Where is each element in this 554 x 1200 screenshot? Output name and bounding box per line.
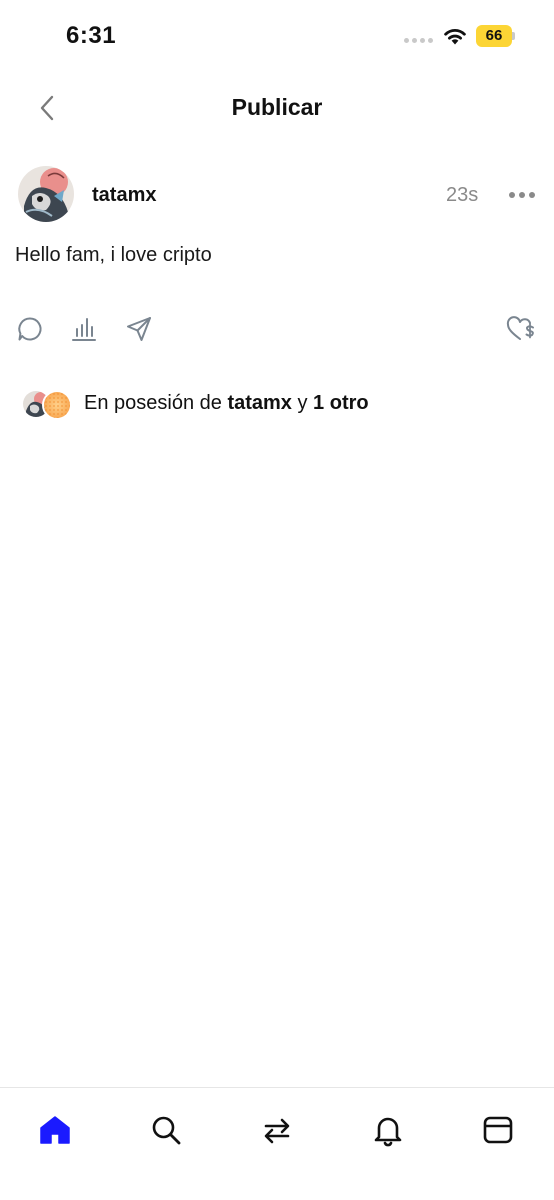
- comment-button[interactable]: [15, 314, 45, 344]
- holders-others-link[interactable]: 1 otro: [313, 392, 369, 414]
- bell-icon: [374, 1117, 402, 1147]
- heart-dollar-icon: [506, 316, 534, 340]
- swap-icon: [264, 1118, 290, 1144]
- holder-name[interactable]: tatamx: [227, 392, 291, 414]
- header: Publicar: [0, 78, 554, 138]
- holders-prefix: En posesión de: [84, 392, 228, 414]
- stats-button[interactable]: [69, 314, 99, 344]
- more-options-button[interactable]: [506, 184, 538, 206]
- nav-notifications[interactable]: [368, 1110, 408, 1150]
- nav-home[interactable]: [35, 1110, 75, 1150]
- avatar-image: [18, 166, 74, 222]
- holders-text: En posesión de tatamx y 1 otro: [84, 392, 369, 415]
- status-bar: 6:31 66: [0, 0, 554, 72]
- cellular-signal-icon: [404, 38, 433, 43]
- battery-level: 66: [485, 27, 503, 44]
- share-button[interactable]: [124, 314, 154, 344]
- stats-icon: [72, 318, 96, 341]
- page-title: Publicar: [231, 94, 323, 120]
- wallet-icon: [483, 1116, 513, 1144]
- battery-indicator: 66: [476, 25, 516, 47]
- post-text: Hello fam, i love cripto: [15, 244, 212, 266]
- send-icon: [127, 317, 151, 341]
- avatar[interactable]: [18, 166, 74, 222]
- more-horizontal-icon: [509, 192, 535, 198]
- home-icon: [40, 1116, 70, 1144]
- status-time: 6:31: [66, 22, 117, 49]
- nav-wallet[interactable]: [478, 1110, 518, 1150]
- nav-swap[interactable]: [257, 1110, 297, 1150]
- nav-search[interactable]: [146, 1110, 186, 1150]
- username[interactable]: tatamx: [92, 184, 156, 207]
- holder-avatar: [42, 390, 72, 420]
- post-time: 23s: [446, 184, 479, 206]
- comment-icon: [18, 317, 42, 341]
- holders-row[interactable]: En posesión de tatamx y 1 otro: [20, 388, 540, 420]
- bottom-nav: [0, 1087, 554, 1200]
- tip-button[interactable]: [506, 314, 536, 344]
- search-icon: [152, 1116, 181, 1145]
- wifi-icon: [444, 29, 466, 45]
- holders-connector: y: [291, 392, 314, 414]
